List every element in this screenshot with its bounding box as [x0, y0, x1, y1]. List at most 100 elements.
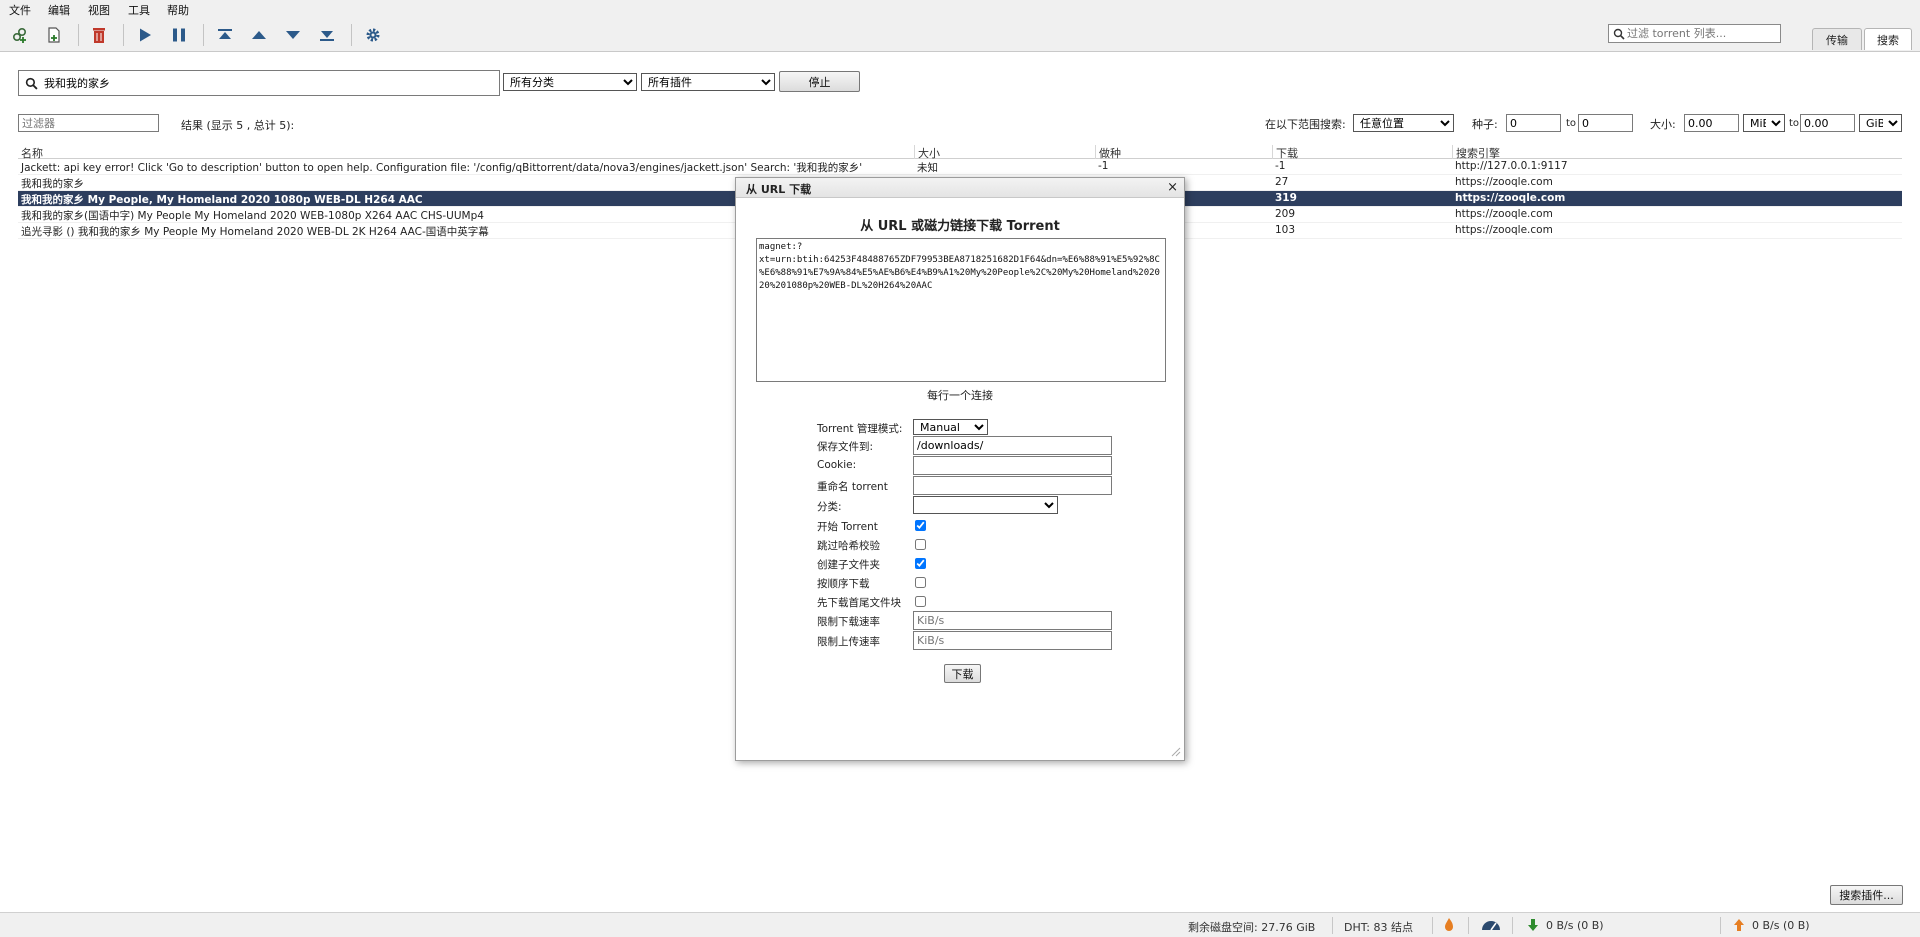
search-icon — [1613, 28, 1625, 40]
first-last-pieces-checkbox[interactable] — [915, 596, 926, 607]
search-in-select[interactable]: 任意位置 — [1353, 114, 1454, 132]
column-name[interactable]: 名称 — [18, 145, 914, 160]
dialog-titlebar[interactable]: 从 URL 下载 × — [736, 178, 1184, 198]
download-arrow-icon — [1527, 918, 1539, 935]
first-last-pieces-label: 先下载首尾文件块 — [817, 597, 901, 609]
torrent-filter-input[interactable] — [1625, 26, 1770, 41]
seeds-label: 种子: — [1472, 118, 1498, 131]
menu-edit[interactable]: 编辑 — [48, 2, 70, 18]
size-max-input[interactable] — [1800, 114, 1855, 132]
upload-limit-input[interactable] — [913, 631, 1112, 650]
url-hint: 每行一个连接 — [927, 389, 993, 402]
resize-grip-icon[interactable] — [1171, 747, 1181, 757]
plugin-select[interactable]: 所有插件 — [641, 73, 775, 91]
skip-hash-checkbox[interactable] — [915, 539, 926, 550]
row-leechers: -1 — [1275, 160, 1286, 172]
row-seeds: -1 — [1098, 160, 1109, 172]
upload-speed: 0 B/s (0 B) — [1752, 919, 1810, 932]
row-leechers: 209 — [1275, 208, 1296, 220]
upload-arrow-icon — [1733, 918, 1745, 935]
download-from-url-dialog: 从 URL 下载 × 从 URL 或磁力链接下载 Torrent magnet:… — [735, 177, 1185, 761]
add-torrent-file-icon[interactable] — [43, 24, 65, 46]
category-select[interactable] — [913, 496, 1058, 514]
seeds-min-input[interactable] — [1506, 114, 1561, 132]
stop-button[interactable]: 停止 — [779, 71, 860, 92]
create-subfolder-checkbox[interactable] — [915, 558, 926, 569]
move-up-icon[interactable] — [248, 24, 270, 46]
search-box[interactable] — [18, 70, 500, 96]
save-path-input[interactable] — [913, 436, 1112, 455]
rename-input[interactable] — [913, 476, 1112, 495]
resume-icon[interactable] — [134, 24, 156, 46]
menu-bar: 文件 编辑 视图 工具 帮助 — [0, 0, 1920, 18]
search-icon — [25, 77, 38, 90]
row-engine: https://zooqle.com — [1455, 192, 1566, 204]
row-engine: https://zooqle.com — [1455, 176, 1553, 188]
rename-label: 重命名 torrent — [817, 481, 888, 493]
toolbar: 传输 搜索 — [0, 18, 1920, 52]
sequential-download-checkbox[interactable] — [915, 577, 926, 588]
upload-limit-label: 限制上传速率 — [817, 636, 880, 648]
size-label: 大小: — [1650, 118, 1676, 131]
close-icon[interactable]: × — [1167, 180, 1178, 195]
management-mode-label: Torrent 管理模式: — [817, 423, 903, 435]
menu-view[interactable]: 视图 — [88, 2, 110, 18]
save-path-label: 保存文件到: — [817, 441, 874, 453]
start-torrent-checkbox[interactable] — [915, 520, 926, 531]
management-mode-select[interactable]: Manual — [913, 419, 988, 435]
dialog-heading: 从 URL 或磁力链接下载 Torrent — [860, 219, 1060, 234]
tab-transfers[interactable]: 传输 — [1812, 28, 1862, 50]
disk-free-space: 剩余磁盘空间: 27.76 GiB — [1188, 921, 1316, 934]
speed-limit-icon[interactable] — [1480, 918, 1502, 935]
download-limit-input[interactable] — [913, 611, 1112, 630]
column-size[interactable]: 大小 — [914, 145, 1095, 160]
url-textarea[interactable]: magnet:?xt=urn:btih:64253F48488765ZDF799… — [756, 238, 1166, 382]
search-in-label: 在以下范围搜索: — [1265, 118, 1346, 131]
settings-gear-icon[interactable] — [362, 24, 384, 46]
table-header: 名称 大小 做种 下载 搜索引擎 — [18, 144, 1902, 160]
torrent-filter-box[interactable] — [1608, 24, 1781, 43]
move-bottom-icon[interactable] — [316, 24, 338, 46]
row-name: Jackett: api key error! Click 'Go to des… — [21, 162, 863, 174]
cookie-label: Cookie: — [817, 459, 857, 471]
connection-status-icon[interactable] — [1442, 917, 1456, 936]
size-min-unit-select[interactable]: MiB — [1743, 114, 1785, 132]
row-leechers: 27 — [1275, 176, 1289, 188]
row-engine: http://127.0.0.1:9117 — [1455, 160, 1568, 172]
delete-icon[interactable] — [88, 24, 110, 46]
row-leechers: 319 — [1275, 192, 1297, 204]
download-limit-label: 限制下载速率 — [817, 616, 880, 628]
search-plugins-button[interactable]: 搜索插件... — [1830, 885, 1903, 905]
pause-icon[interactable] — [168, 24, 190, 46]
sequential-download-label: 按顺序下载 — [817, 578, 870, 590]
menu-help[interactable]: 帮助 — [167, 2, 189, 18]
menu-file[interactable]: 文件 — [9, 2, 31, 18]
create-subfolder-label: 创建子文件夹 — [817, 559, 880, 571]
cookie-input[interactable] — [913, 456, 1112, 475]
column-leechers[interactable]: 下载 — [1272, 145, 1452, 160]
status-bar: 剩余磁盘空间: 27.76 GiB DHT: 83 结点 0 B/s (0 B)… — [0, 912, 1920, 937]
download-speed: 0 B/s (0 B) — [1546, 919, 1604, 932]
menu-tools[interactable]: 工具 — [128, 2, 150, 18]
size-max-unit-select[interactable]: GiB — [1859, 114, 1902, 132]
skip-hash-label: 跳过哈希校验 — [817, 540, 880, 552]
seeds-max-input[interactable] — [1578, 114, 1633, 132]
category-select[interactable]: 所有分类 — [503, 73, 637, 91]
seeds-to-label: to — [1566, 118, 1577, 129]
move-down-icon[interactable] — [282, 24, 304, 46]
category-label: 分类: — [817, 501, 842, 513]
download-button[interactable]: 下载 — [944, 664, 981, 683]
start-torrent-label: 开始 Torrent — [817, 521, 878, 533]
add-link-icon[interactable] — [9, 24, 31, 46]
move-top-icon[interactable] — [214, 24, 236, 46]
search-input[interactable] — [42, 75, 482, 91]
size-min-input[interactable] — [1684, 114, 1739, 132]
tab-search[interactable]: 搜索 — [1864, 28, 1912, 50]
column-engine[interactable]: 搜索引擎 — [1452, 145, 1902, 160]
row-size: 未知 — [917, 162, 938, 174]
column-seeds[interactable]: 做种 — [1095, 145, 1272, 160]
row-engine: https://zooqle.com — [1455, 224, 1553, 236]
results-count: 结果 (显示 5 , 总计 5): — [181, 119, 295, 132]
results-filter-input[interactable] — [18, 114, 159, 132]
table-row[interactable]: Jackett: api key error! Click 'Go to des… — [18, 159, 1902, 175]
